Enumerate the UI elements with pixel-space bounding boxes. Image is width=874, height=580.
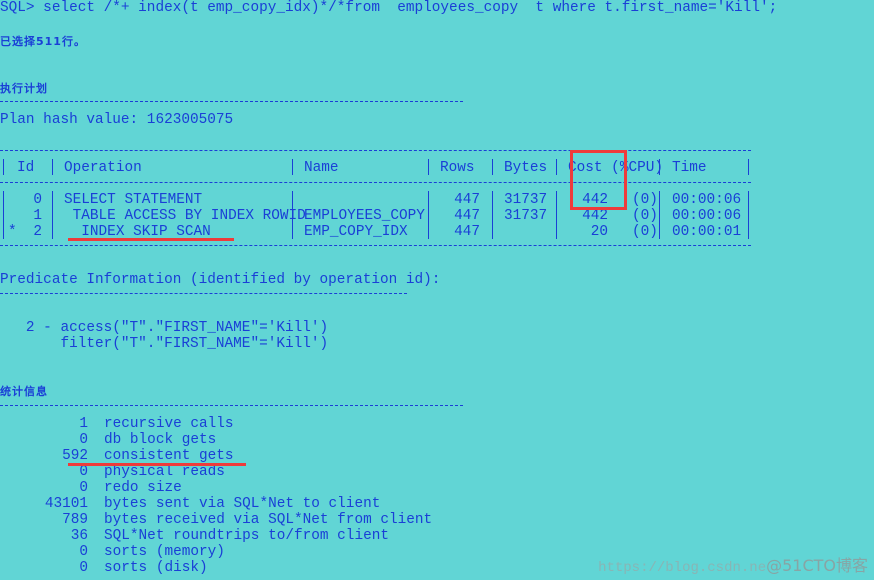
row-time: 00:00:06 <box>672 208 742 224</box>
stat-label: redo size <box>104 480 182 496</box>
predicate-heading: Predicate Information (identified by ope… <box>0 272 441 288</box>
column-separator <box>748 159 749 175</box>
row-id: 0 <box>33 192 42 208</box>
row-cost: 442 <box>582 208 608 224</box>
stat-value: 43101 <box>44 496 88 512</box>
column-separator <box>556 191 557 239</box>
stat-value: 0 <box>79 560 88 576</box>
index-skip-scan-highlight <box>68 238 234 241</box>
column-header-operation: Operation <box>64 160 142 176</box>
column-header-bytes: Bytes <box>504 160 548 176</box>
row-id: 1 <box>33 208 42 224</box>
stat-label: bytes received via SQL*Net from client <box>104 512 433 528</box>
column-header-time: Time <box>672 160 707 176</box>
column-separator <box>52 191 53 239</box>
row-cpu: (0) <box>632 224 658 240</box>
divider <box>0 405 463 406</box>
row-time: 00:00:01 <box>672 224 742 240</box>
stat-label: recursive calls <box>104 416 234 432</box>
stat-label: bytes sent via SQL*Net to client <box>104 496 381 512</box>
watermark-url: https://blog.csdn.ne <box>598 560 767 576</box>
stat-value: 0 <box>79 544 88 560</box>
stat-value: 1 <box>79 416 88 432</box>
stat-value: 592 <box>62 448 88 464</box>
row-operation: SELECT STATEMENT <box>64 192 203 208</box>
predicate-access: 2 - access("T"."FIRST_NAME"='Kill') <box>0 320 329 336</box>
row-time: 00:00:06 <box>672 192 742 208</box>
predicate-filter: filter("T"."FIRST_NAME"='Kill') <box>0 336 329 352</box>
column-separator <box>492 191 493 239</box>
row-cost: 20 <box>590 224 608 240</box>
predicate-flag: * <box>8 224 17 240</box>
plan-hash-value: Plan hash value: 1623005075 <box>0 112 234 128</box>
stat-value: 0 <box>79 480 88 496</box>
rows-selected-message: 已选择511行。 <box>0 35 86 48</box>
column-header-name: Name <box>304 160 339 176</box>
row-id: 2 <box>33 224 42 240</box>
consistent-gets-highlight <box>68 463 246 466</box>
row-name: EMPLOYEES_COPY <box>304 208 425 224</box>
sql-command-line: SQL> select /*+ index(t emp_copy_idx)*/*… <box>0 0 778 16</box>
column-separator <box>748 191 749 239</box>
stat-label: SQL*Net roundtrips to/from client <box>104 528 389 544</box>
row-name: EMP_COPY_IDX <box>304 224 408 240</box>
stat-value: 36 <box>70 528 88 544</box>
column-separator <box>659 191 660 239</box>
stat-label: sorts (disk) <box>104 560 208 576</box>
stat-label: sorts (memory) <box>104 544 225 560</box>
row-cpu: (0) <box>632 208 658 224</box>
column-header-rows: Rows <box>440 160 475 176</box>
statistics-heading: 统计信息 <box>0 385 48 398</box>
header-divider <box>0 182 751 183</box>
stat-label: db block gets <box>104 432 217 448</box>
row-operation: TABLE ACCESS BY INDEX ROWID <box>64 208 306 224</box>
stat-label: physical reads <box>104 464 225 480</box>
column-separator <box>292 159 293 175</box>
stat-value: 0 <box>79 464 88 480</box>
stat-label: consistent gets <box>104 448 234 464</box>
stat-value: 0 <box>79 432 88 448</box>
column-separator <box>428 159 429 175</box>
divider <box>0 101 463 102</box>
table-top-border <box>0 150 751 151</box>
row-cpu: (0) <box>632 192 658 208</box>
row-rows: 447 <box>454 224 480 240</box>
watermark: https://blog.csdn.ne@51CTO博客 <box>598 552 868 576</box>
column-separator <box>52 159 53 175</box>
column-separator <box>3 159 4 175</box>
table-bottom-border <box>0 245 751 246</box>
stat-value: 789 <box>62 512 88 528</box>
row-bytes: 31737 <box>504 192 548 208</box>
row-rows: 447 <box>454 192 480 208</box>
execution-plan-heading: 执行计划 <box>0 82 48 95</box>
watermark-brand: @51CTO博客 <box>766 556 868 575</box>
column-separator <box>428 191 429 239</box>
row-bytes: 31737 <box>504 208 548 224</box>
column-header-id: Id <box>17 160 35 176</box>
row-rows: 447 <box>454 208 480 224</box>
column-separator <box>3 191 4 239</box>
cost-highlight-box <box>570 150 627 210</box>
column-separator <box>492 159 493 175</box>
divider <box>0 293 407 294</box>
column-separator <box>556 159 557 175</box>
